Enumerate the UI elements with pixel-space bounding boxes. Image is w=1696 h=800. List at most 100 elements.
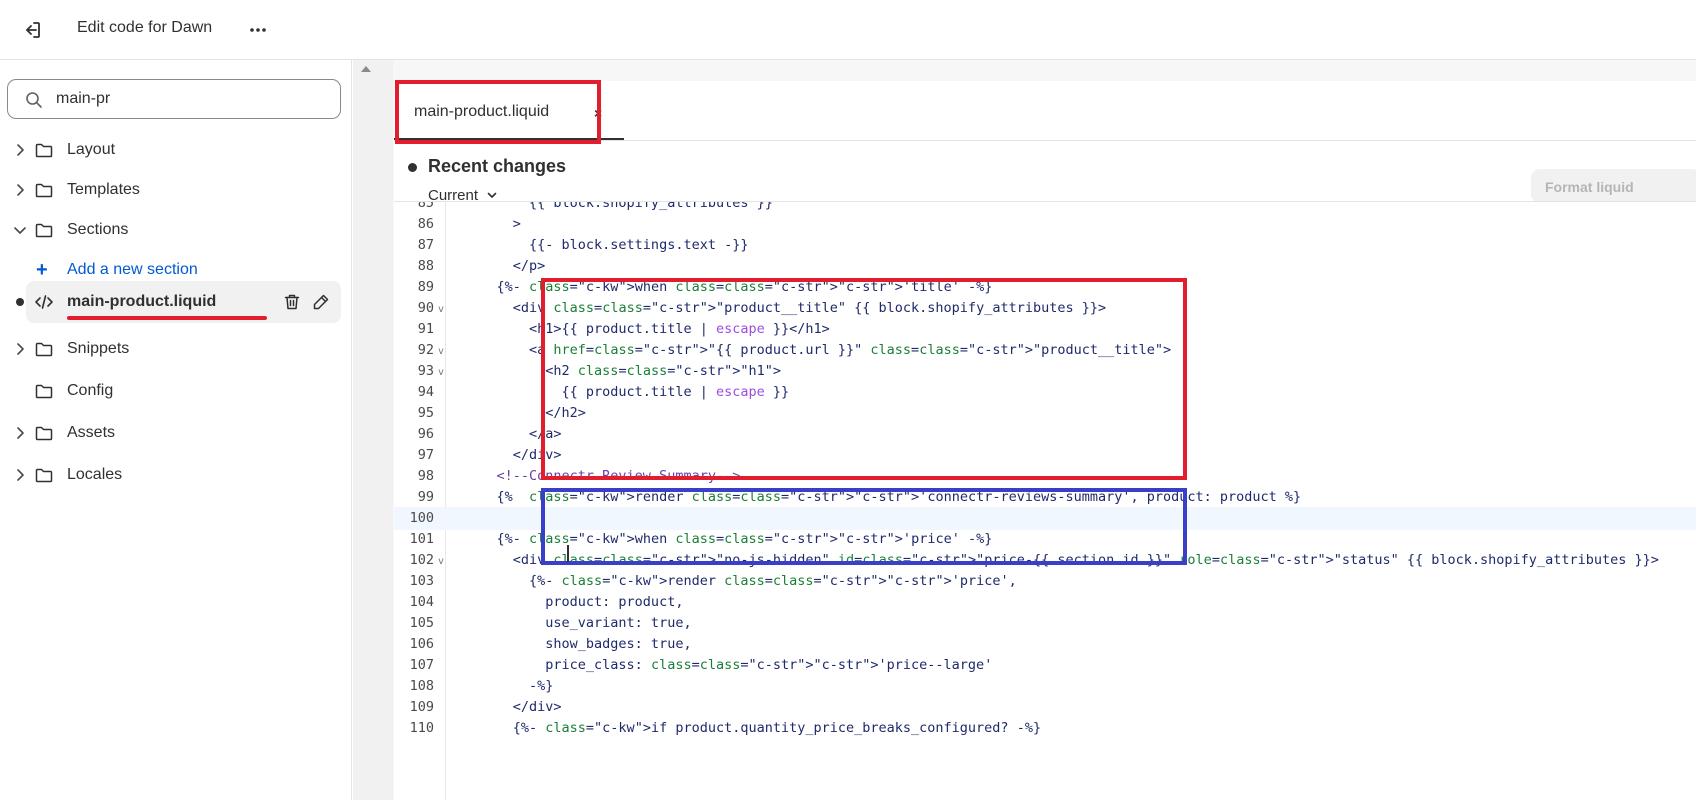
chevron-right-icon[interactable] (12, 142, 28, 158)
folder-icon (35, 342, 53, 357)
folder-label: Locales (67, 466, 123, 483)
fold-chevron-icon[interactable]: v (438, 556, 444, 567)
fold-chevron-icon[interactable]: v (438, 304, 444, 315)
chevron-right-icon[interactable] (12, 341, 28, 357)
recent-changes-title: Recent changes (428, 156, 567, 176)
line-number: 106 (409, 636, 434, 652)
scroll-up-arrow-icon[interactable] (361, 66, 371, 72)
line-number: 95 (417, 405, 434, 421)
code-line[interactable]: 87 {{- block.settings.text -}} (394, 234, 1696, 257)
folder-icon (35, 426, 53, 441)
code-line[interactable]: 103 {%- class="c-kw">render class=class=… (394, 570, 1696, 593)
chevron-right-icon[interactable] (12, 182, 28, 198)
line-number: 100 (409, 510, 434, 526)
chevron-right-icon[interactable] (12, 467, 28, 483)
code-line[interactable]: 88 </p> (394, 255, 1696, 278)
text-cursor (567, 545, 569, 562)
code-text: </p> (464, 258, 546, 274)
code-line[interactable]: 106 show_badges: true, (394, 633, 1696, 656)
line-number: 88 (417, 258, 434, 274)
line-number: 91 (417, 321, 434, 337)
code-line[interactable]: 86 > (394, 213, 1696, 236)
line-number: 105 (409, 615, 434, 631)
trash-icon[interactable] (282, 292, 302, 312)
file-label: main-product.liquid (67, 293, 217, 310)
folder-icon (35, 384, 53, 399)
folder-assets[interactable]: Assets (0, 414, 352, 452)
line-number: 92 (417, 342, 434, 358)
annotation-underline (67, 316, 267, 320)
line-number: 109 (409, 699, 434, 715)
add-section-label: Add a new section (67, 261, 198, 278)
code-text: > (464, 216, 521, 232)
line-number: 110 (409, 720, 434, 736)
line-number: 101 (409, 531, 434, 547)
search-input[interactable] (56, 86, 326, 112)
code-line[interactable]: 110 {%- class="c-kw">if product.quantity… (394, 717, 1696, 740)
edit-icon[interactable] (311, 292, 331, 312)
folder-templates[interactable]: Templates (0, 171, 352, 209)
folder-icon (35, 183, 53, 198)
folder-icon (35, 223, 53, 238)
code-icon (35, 295, 53, 309)
fold-chevron-icon[interactable]: v (438, 367, 444, 378)
fold-chevron-icon[interactable]: v (438, 346, 444, 357)
code-text: use_variant: true, (464, 615, 692, 631)
plus-icon: + (36, 259, 48, 281)
code-text: product: product, (464, 594, 684, 610)
code-line[interactable]: 108 -%} (394, 675, 1696, 698)
chevron-down-icon[interactable] (12, 222, 28, 238)
code-text: </div> (464, 699, 562, 715)
line-number: 107 (409, 657, 434, 673)
code-line[interactable]: 104 product: product, (394, 591, 1696, 614)
exit-icon[interactable] (20, 18, 44, 42)
line-number: 104 (409, 594, 434, 610)
search-icon (26, 92, 42, 108)
annotation-box-tab (395, 80, 601, 144)
format-liquid-button[interactable]: Format liquid (1531, 169, 1696, 203)
line-number: 99 (417, 489, 434, 505)
folder-label: Layout (67, 141, 116, 158)
folder-label: Templates (67, 181, 140, 198)
folder-label: Snippets (67, 340, 130, 357)
folder-config[interactable]: Config (0, 372, 352, 410)
code-text: price_class: class=class="c-str">"c-str"… (464, 657, 993, 673)
code-line[interactable]: 109 </div> (394, 696, 1696, 719)
scrollbar[interactable] (353, 60, 393, 800)
more-options-icon[interactable] (246, 18, 270, 42)
folder-snippets[interactable]: Snippets (0, 330, 352, 368)
line-number: 103 (409, 573, 434, 589)
code-text: -%} (464, 678, 554, 694)
folder-sections[interactable]: Sections (0, 211, 352, 249)
line-number: 89 (417, 279, 434, 295)
file-search[interactable] (7, 79, 341, 119)
line-number: 108 (409, 678, 434, 694)
code-text: show_badges: true, (464, 636, 692, 652)
chevron-down-icon (487, 192, 497, 198)
folder-label: Assets (67, 424, 116, 441)
annotation-box-title-block (541, 278, 1187, 480)
line-number: 94 (417, 384, 434, 400)
folder-layout[interactable]: Layout (0, 131, 352, 169)
folder-label: Sections (67, 221, 129, 238)
code-text: {{- block.settings.text -}} (464, 237, 749, 253)
line-number: 102 (409, 552, 434, 568)
code-text: {%- class="c-kw">render class=class="c-s… (464, 573, 1017, 589)
line-number: 97 (417, 447, 434, 463)
unsaved-indicator (408, 163, 417, 172)
line-number: 96 (417, 426, 434, 442)
folder-label: Config (67, 382, 114, 399)
annotation-box-render-snippet (541, 488, 1187, 565)
code-line[interactable]: 105 use_variant: true, (394, 612, 1696, 635)
unsaved-indicator (16, 298, 24, 306)
code-text: {{ block.shopify_attributes }} (464, 201, 773, 211)
line-number: 85 (417, 201, 434, 211)
code-text: {%- class="c-kw">if product.quantity_pri… (464, 720, 1042, 736)
line-number: 87 (417, 237, 434, 253)
chevron-right-icon[interactable] (12, 425, 28, 441)
code-line[interactable]: 107 price_class: class=class="c-str">"c-… (394, 654, 1696, 677)
line-number: 98 (417, 468, 434, 484)
file-sidebar: Layout Templates Sections + Add a new se… (0, 60, 352, 800)
folder-locales[interactable]: Locales (0, 456, 352, 494)
line-number: 86 (417, 216, 434, 232)
